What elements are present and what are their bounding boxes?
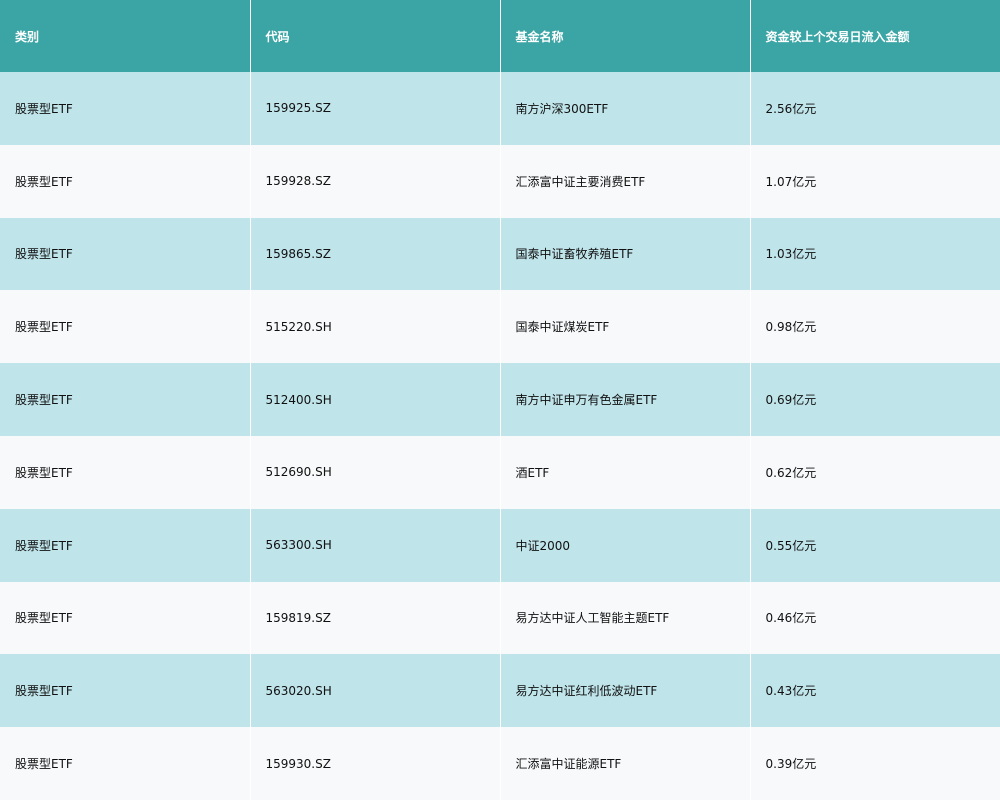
table-row: 股票型ETF 512690.SH 酒ETF 0.62亿元	[0, 435, 1000, 509]
table-row: 股票型ETF 159925.SZ 南方沪深300ETF 2.56亿元	[0, 72, 1000, 145]
cell-code: 515220.SH	[250, 290, 501, 364]
cell-category: 股票型ETF	[0, 654, 251, 728]
cell-fund-name: 南方中证申万有色金属ETF	[500, 363, 751, 436]
header-category: 类别	[0, 0, 251, 72]
table-row: 股票型ETF 563020.SH 易方达中证红利低波动ETF 0.43亿元	[0, 654, 1000, 728]
table-row: 股票型ETF 512400.SH 南方中证申万有色金属ETF 0.69亿元	[0, 363, 1000, 436]
cell-inflow-amount: 2.56亿元	[765, 101, 817, 116]
cell-fund-name: 汇添富中证主要消费ETF	[500, 144, 751, 218]
cell-fund-name: 汇添富中证能源ETF	[500, 727, 751, 800]
table-row: 股票型ETF 159865.SZ 国泰中证畜牧养殖ETF 1.03亿元	[0, 217, 1000, 291]
header-row: 类别 代码 基金名称 资金较上个交易日流入金额	[0, 0, 1000, 72]
cell-fund-name: 易方达中证红利低波动ETF	[500, 654, 751, 728]
cell-category: 股票型ETF	[0, 72, 251, 145]
table-header: 类别 代码 基金名称 资金较上个交易日流入金额	[0, 0, 1000, 72]
cell-code: 563020.SH	[250, 654, 501, 728]
cell-inflow-amount: 0.62亿元	[765, 465, 817, 480]
cell-inflow-amount: 0.39亿元	[765, 757, 817, 772]
cell-inflow-amount: 1.03亿元	[765, 247, 817, 262]
table-body: 股票型ETF 159925.SZ 南方沪深300ETF 2.56亿元 股票型ET…	[0, 72, 1000, 800]
cell-category: 股票型ETF	[0, 581, 251, 655]
header-inflow-amount: 资金较上个交易日流入金额	[765, 29, 910, 44]
cell-inflow-amount: 1.07亿元	[765, 174, 817, 189]
cell-category: 股票型ETF	[0, 508, 251, 582]
cell-code: 512400.SH	[250, 363, 501, 436]
cell-inflow-amount: 0.69亿元	[765, 393, 817, 408]
cell-inflow-amount: 0.55亿元	[765, 538, 817, 553]
cell-fund-name: 国泰中证畜牧养殖ETF	[500, 217, 751, 291]
cell-category: 股票型ETF	[0, 290, 251, 364]
header-code: 代码	[250, 0, 501, 72]
table-row: 股票型ETF 515220.SH 国泰中证煤炭ETF 0.98亿元	[0, 290, 1000, 364]
table-row: 股票型ETF 159928.SZ 汇添富中证主要消费ETF 1.07亿元	[0, 144, 1000, 218]
cell-fund-name: 南方沪深300ETF	[500, 72, 751, 145]
table-row: 股票型ETF 159819.SZ 易方达中证人工智能主题ETF 0.46亿元	[0, 581, 1000, 655]
cell-category: 股票型ETF	[0, 727, 251, 800]
cell-code: 159925.SZ	[250, 72, 501, 145]
cell-fund-name: 中证2000	[500, 508, 751, 582]
cell-code: 159928.SZ	[250, 144, 501, 218]
cell-category: 股票型ETF	[0, 363, 251, 436]
cell-code: 563300.SH	[250, 508, 501, 582]
cell-category: 股票型ETF	[0, 435, 251, 509]
cell-code: 159930.SZ	[250, 727, 501, 800]
cell-inflow-amount: 0.46亿元	[765, 611, 817, 626]
cell-category: 股票型ETF	[0, 144, 251, 218]
cell-inflow-amount: 0.43亿元	[765, 684, 817, 699]
etf-inflow-table: 类别 代码 基金名称 资金较上个交易日流入金额 股票型ETF 159925.SZ…	[0, 0, 1000, 800]
cell-fund-name: 易方达中证人工智能主题ETF	[500, 581, 751, 655]
cell-code: 159819.SZ	[250, 581, 501, 655]
header-fund-name: 基金名称	[500, 0, 751, 72]
table-row: 股票型ETF 159930.SZ 汇添富中证能源ETF 0.39亿元	[0, 727, 1000, 800]
cell-inflow-amount: 0.98亿元	[765, 320, 817, 335]
cell-category: 股票型ETF	[0, 217, 251, 291]
table-row: 股票型ETF 563300.SH 中证2000 0.55亿元	[0, 508, 1000, 582]
cell-fund-name: 酒ETF	[500, 435, 751, 509]
cell-code: 512690.SH	[250, 435, 501, 509]
cell-code: 159865.SZ	[250, 217, 501, 291]
cell-fund-name: 国泰中证煤炭ETF	[500, 290, 751, 364]
